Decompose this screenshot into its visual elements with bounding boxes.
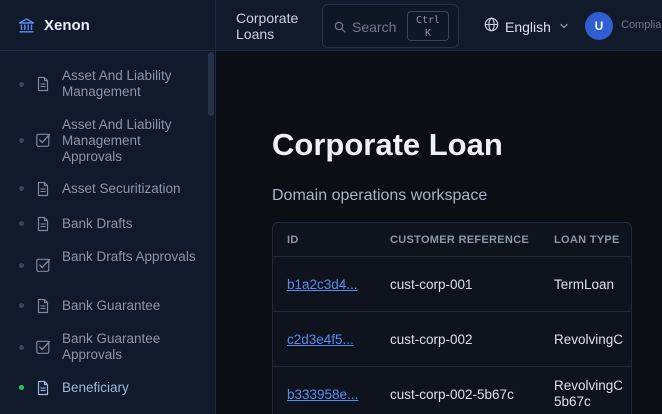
customer-reference-cell: cust-corp-001	[390, 277, 473, 292]
shortcut-key: K	[424, 28, 432, 39]
column-header-loan-type[interactable]: LOAN TYPE	[554, 234, 620, 246]
top-header: Corporate Loans Search Ctrl K English U …	[216, 0, 662, 51]
sidebar-item-label: Bank Guarantee	[62, 298, 161, 313]
sidebar: Xenon Asset And Liability Management Ass…	[0, 0, 216, 414]
checkbox-icon	[35, 132, 51, 148]
sidebar-item-label: Bank Drafts	[62, 216, 133, 231]
sidebar-item-bank-drafts[interactable]: Bank Drafts	[0, 215, 208, 233]
document-icon	[35, 380, 51, 396]
bank-icon	[17, 16, 35, 34]
column-header-customer-reference[interactable]: CUSTOMER REFERENCE	[390, 234, 529, 246]
status-dot	[19, 345, 24, 350]
active-status-dot	[19, 385, 24, 390]
status-dot	[19, 263, 24, 268]
sidebar-item-label: Beneficiary	[62, 380, 129, 395]
sidebar-item-bank-guarantee-approvals[interactable]: Bank Guarantee Approvals	[0, 330, 208, 364]
sidebar-item-asset-and-liability-management[interactable]: Asset And Liability Management	[0, 67, 208, 101]
loan-type-cell: TermLoan	[554, 277, 615, 292]
language-selector[interactable]: English	[484, 17, 569, 37]
search-box[interactable]: Search Ctrl K	[322, 4, 459, 48]
page-title: Corporate Loan	[272, 127, 503, 162]
search-icon	[334, 20, 346, 38]
customer-reference-cell: cust-corp-002	[390, 332, 473, 347]
table-row[interactable]: c2d3e4f5... cust-corp-002 RevolvingC	[273, 311, 631, 366]
data-table: ID CUSTOMER REFERENCE LOAN TYPE b1a2c3d4…	[272, 222, 632, 414]
customer-reference-cell: cust-corp-002-5b67c	[390, 387, 514, 402]
document-icon	[35, 76, 51, 92]
language-label: English	[505, 19, 551, 35]
sidebar-item-label: Bank Drafts Approvals	[62, 249, 196, 264]
status-dot	[19, 186, 24, 191]
sidebar-item-bank-guarantee[interactable]: Bank Guarantee	[0, 297, 208, 315]
column-header-id[interactable]: ID	[287, 234, 299, 246]
globe-icon	[484, 17, 499, 37]
loan-type-cell: RevolvingC	[554, 332, 624, 347]
sidebar-item-label: Asset Securitization	[62, 181, 181, 196]
sidebar-item-bank-drafts-approvals[interactable]: Bank Drafts Approvals	[0, 248, 208, 282]
sidebar-item-asset-and-liability-management-approvals[interactable]: Asset And Liability Management Approvals	[0, 116, 208, 166]
user-name[interactable]: Complia	[621, 19, 661, 31]
checkbox-icon	[35, 339, 51, 355]
document-icon	[35, 298, 51, 314]
shortcut-modifier: Ctrl	[415, 15, 441, 26]
row-id-link[interactable]: c2d3e4f5...	[287, 332, 354, 347]
sidebar-item-label: Asset And Liability Management	[62, 68, 172, 99]
brand-name: Xenon	[44, 16, 90, 34]
user-avatar[interactable]: U	[585, 12, 613, 40]
row-id-link[interactable]: b333958e...	[287, 387, 358, 402]
status-dot	[19, 303, 24, 308]
main-content: Corporate Loan Domain operations workspa…	[216, 52, 662, 414]
document-icon	[35, 216, 51, 232]
sidebar-item-asset-securitization[interactable]: Asset Securitization	[0, 180, 208, 198]
status-dot	[19, 221, 24, 226]
shortcut-hint: Ctrl K	[407, 11, 449, 41]
app-root: Xenon Asset And Liability Management Ass…	[0, 0, 662, 414]
page-subtitle: Domain operations workspace	[272, 187, 488, 204]
row-id-link[interactable]: b1a2c3d4...	[287, 277, 358, 292]
status-dot	[19, 82, 24, 87]
sidebar-item-beneficiary[interactable]: Beneficiary	[0, 379, 208, 397]
loan-type-cell: RevolvingC 5b67c	[554, 378, 624, 409]
sidebar-item-label: Bank Guarantee Approvals	[62, 331, 161, 362]
checkbox-icon	[35, 257, 51, 273]
sidebar-scrollbar[interactable]	[208, 52, 214, 116]
search-input[interactable]: Search	[352, 19, 396, 35]
table-row[interactable]: b333958e... cust-corp-002-5b67c Revolvin…	[273, 366, 631, 414]
chevron-down-icon	[559, 18, 569, 36]
table-row[interactable]: b1a2c3d4... cust-corp-001 TermLoan	[273, 256, 631, 311]
breadcrumb[interactable]: Corporate Loans	[236, 10, 316, 42]
document-icon	[35, 181, 51, 197]
brand[interactable]: Xenon	[0, 0, 215, 51]
sidebar-item-label: Asset And Liability Management Approvals	[62, 117, 172, 164]
status-dot	[19, 138, 24, 143]
